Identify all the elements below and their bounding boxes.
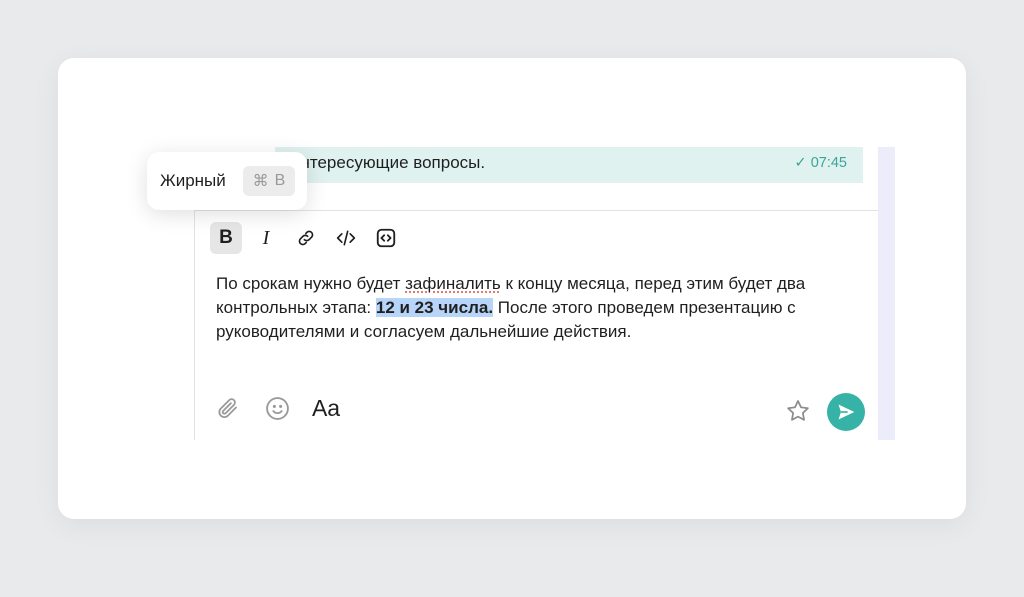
composer-border <box>194 210 195 440</box>
message-status: ✓ 07:45 <box>795 155 847 171</box>
message-editor[interactable]: По срокам нужно будет зафиналить к концу… <box>216 272 856 344</box>
composer-divider <box>194 210 878 211</box>
editor-text: По срокам нужно будет <box>216 274 406 293</box>
link-button[interactable] <box>290 222 322 254</box>
inline-code-button[interactable] <box>330 222 362 254</box>
scroll-strip <box>878 147 895 440</box>
send-icon <box>838 404 855 420</box>
bold-icon: B <box>219 227 233 248</box>
composer-actions: Aa <box>214 394 340 422</box>
check-icon: ✓ <box>794 155 807 171</box>
command-key-icon: ⌘ <box>252 173 269 190</box>
attach-button[interactable] <box>214 394 242 422</box>
favorite-button[interactable] <box>785 398 811 424</box>
code-block-icon <box>376 228 396 248</box>
paperclip-icon <box>218 398 237 418</box>
message-bubble[interactable]: интересующие вопросы. ✓ 07:45 <box>275 147 863 183</box>
shortcut-key: B <box>274 172 286 189</box>
italic-icon: I <box>262 226 270 249</box>
text-format-button[interactable]: Aa <box>312 394 340 422</box>
format-toolbar: B I <box>210 222 402 254</box>
bold-tooltip: Жирный ⌘ B <box>147 152 307 210</box>
code-icon <box>336 230 356 246</box>
emoji-button[interactable] <box>263 394 291 422</box>
shortcut-badge: ⌘ B <box>243 166 295 196</box>
star-icon <box>787 400 809 421</box>
bold-button[interactable]: B <box>210 222 242 254</box>
code-block-button[interactable] <box>370 222 402 254</box>
send-button[interactable] <box>827 393 865 431</box>
smile-icon <box>265 396 289 420</box>
tooltip-label: Жирный <box>160 171 226 190</box>
misspelled-word[interactable]: зафиналить <box>405 274 501 293</box>
message-time: 07:45 <box>810 155 847 171</box>
message-text: интересующие вопросы. <box>291 153 486 172</box>
selected-text[interactable]: 12 и 23 числа. <box>375 298 494 317</box>
link-icon <box>298 230 314 246</box>
italic-button[interactable]: I <box>250 222 282 254</box>
